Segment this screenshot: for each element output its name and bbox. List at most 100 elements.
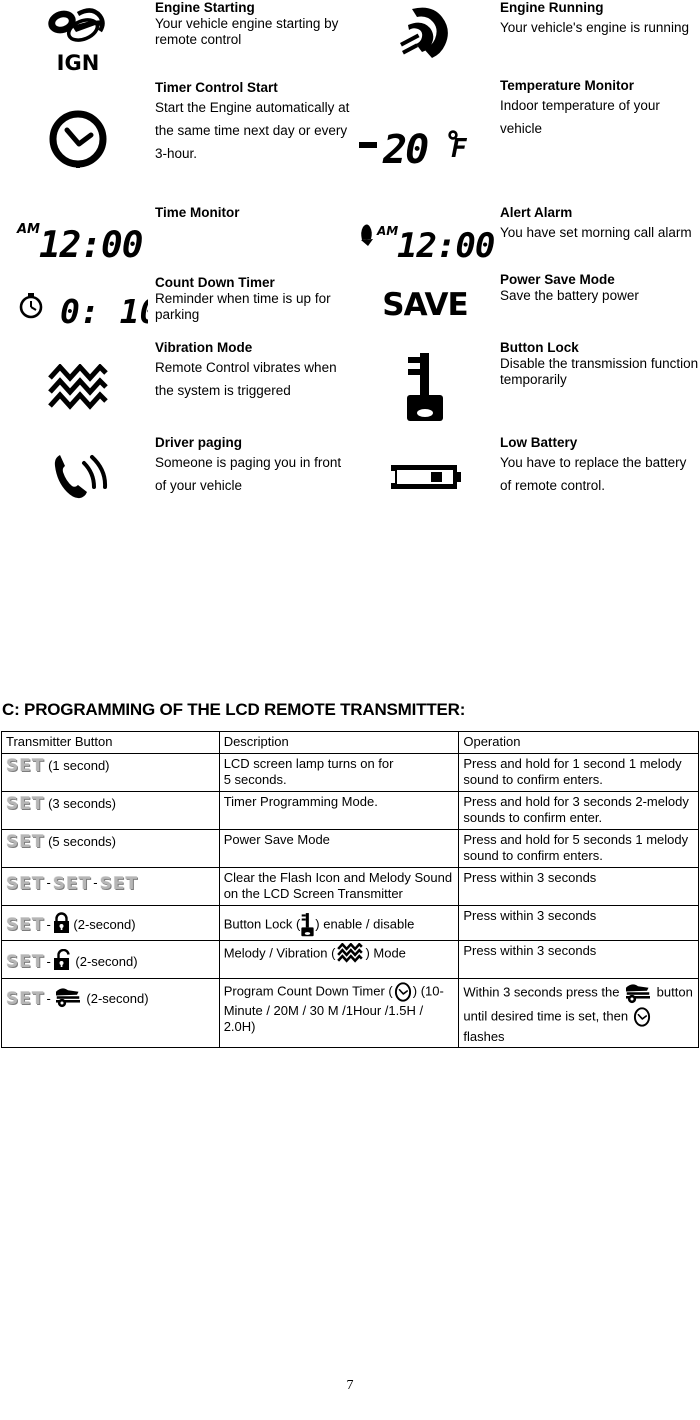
set-button-graphic[interactable]: SET	[100, 874, 138, 894]
legend-item-timer-control-start: Timer Control Start Start the Engine aut…	[0, 80, 350, 205]
cell-description: LCD screen lamp turns on for 5 seconds.	[218, 752, 460, 792]
legend-title: Vibration Mode	[155, 340, 253, 355]
legend-title: Alert Alarm	[500, 205, 573, 220]
legend-title: Count Down Timer	[155, 275, 275, 290]
cell-operation: Press and hold for 3 seconds 2-melody so…	[458, 790, 699, 830]
legend-desc: Your vehicle engine starting by remote c…	[155, 16, 339, 47]
icon-legend-section: IGN Engine Starting Your vehicle engine …	[0, 0, 700, 520]
legend-item-low-battery: Low Battery You have to replace the batt…	[350, 435, 700, 520]
table-row: SET (1 second) LCD screen lamp turns on …	[1, 752, 699, 792]
svg-text:12:00: 12:00	[397, 226, 494, 263]
cell-operation: Press and hold for 1 second 1 melody sou…	[458, 752, 699, 792]
legend-item-vibration-mode: Vibration Mode Remote Control vibrates w…	[0, 340, 350, 440]
cell-description: Timer Programming Mode.	[218, 790, 460, 830]
set-button-graphic[interactable]: SET	[53, 874, 91, 894]
lcd-temperature-icon: 20 F	[350, 98, 500, 188]
legend-text-button-lock: Button Lock Disable the transmission fun…	[500, 340, 700, 388]
low-battery-icon	[350, 441, 500, 513]
legend-title: Timer Control Start	[155, 80, 278, 95]
table-row: SET - SET - SET Clear the Flash Icon and Mel…	[1, 866, 699, 906]
hold-duration-label: (1 second)	[48, 757, 110, 773]
legend-title: Engine Running	[500, 0, 604, 15]
cell-operation: Press and hold for 5 seconds 1 melody so…	[458, 828, 699, 868]
legend-title: Temperature Monitor	[500, 78, 635, 93]
alarm-bell-time-icon: AM 12:00	[350, 205, 500, 275]
legend-item-power-save-mode: SAVE Power Save Mode Save the battery po…	[350, 272, 700, 332]
legend-text-engine-starting: Engine Starting Your vehicle engine star…	[155, 0, 350, 48]
set-button-graphic[interactable]: SET	[6, 874, 44, 894]
cell-operation: Within 3 seconds press the button until …	[458, 977, 699, 1048]
svg-text:IGN: IGN	[56, 51, 99, 74]
legend-desc: Disable the transmission function tempor…	[500, 356, 699, 387]
hold-duration-label: (2-second)	[73, 916, 136, 932]
legend-title: Low Battery	[500, 435, 578, 450]
set-button-graphic[interactable]: SET	[6, 832, 44, 852]
legend-item-engine-running: Engine Running Your vehicle's engine is …	[350, 0, 700, 70]
cell-description: Clear the Flash Icon and Melody Sound on…	[218, 866, 460, 906]
description-text-pre: Program Count Down Timer (	[223, 982, 393, 998]
dash-separator: -	[46, 990, 51, 1006]
key-lock-icon	[350, 348, 500, 428]
legend-text-vibration-mode: Vibration Mode Remote Control vibrates w…	[155, 340, 350, 402]
legend-item-button-lock: Button Lock Disable the transmission fun…	[350, 340, 700, 435]
trunk-release-icon[interactable]	[53, 985, 83, 1014]
svg-text:AM: AM	[376, 224, 398, 238]
legend-text-alert-alarm: Alert Alarm You have set morning call al…	[500, 205, 700, 244]
column-header-transmitter-button: Transmitter Button	[1, 731, 220, 754]
legend-title: Button Lock	[500, 340, 579, 355]
vibration-waves-icon	[0, 350, 155, 430]
set-button-graphic[interactable]: SET	[6, 952, 44, 972]
cell-description: Power Save Mode	[218, 828, 460, 868]
svg-text:AM: AM	[16, 222, 40, 237]
padlock-closed-icon[interactable]	[53, 911, 70, 939]
legend-desc: Indoor temperature of your vehicle	[500, 98, 660, 136]
table-row: SET (3 seconds) Timer Programming Mode. …	[1, 790, 699, 830]
legend-left-column: IGN Engine Starting Your vehicle engine …	[0, 0, 350, 520]
legend-desc: Start the Engine automatically at the sa…	[155, 100, 350, 161]
hold-duration-label: (3 seconds)	[48, 795, 116, 811]
cell-transmitter-button: SET - (2-second)	[1, 977, 220, 1048]
clock-icon	[393, 981, 413, 1003]
set-button-graphic[interactable]: SET	[6, 915, 44, 935]
svg-text:20: 20	[382, 127, 428, 169]
set-button-graphic[interactable]: SET	[6, 794, 44, 814]
legend-desc: Save the battery power	[500, 288, 639, 303]
cell-description: Button Lock ( ) enable / disable	[218, 904, 460, 941]
set-button-graphic[interactable]: SET	[6, 989, 44, 1009]
legend-right-column: Engine Running Your vehicle's engine is …	[350, 0, 700, 520]
ignition-key-icon: IGN	[0, 0, 155, 78]
legend-item-count-down-timer: 0: 10 Count Down Timer Reminder when tim…	[0, 275, 350, 337]
legend-title: Power Save Mode	[500, 272, 615, 287]
legend-text-driver-paging: Driver paging Someone is paging you in f…	[155, 435, 350, 497]
programming-table: Transmitter Button Description Operation…	[1, 731, 699, 1048]
legend-item-alert-alarm: AM 12:00 Alert Alarm You have set mornin…	[350, 205, 700, 275]
legend-text-temperature-monitor: Temperature Monitor Indoor temperature o…	[500, 78, 700, 140]
legend-item-time-monitor: AM 12:00 Time Monitor	[0, 205, 350, 275]
legend-title: Time Monitor	[155, 205, 240, 220]
description-text-pre: Button Lock (	[223, 916, 301, 932]
set-button-graphic[interactable]: SET	[6, 756, 44, 776]
trunk-release-icon	[623, 981, 653, 1005]
column-header-operation: Operation	[458, 731, 699, 754]
cell-description: Program Count Down Timer ( ) (10-Minute …	[218, 977, 460, 1048]
engine-running-icon	[350, 0, 500, 70]
svg-text:0: 10: 0: 10	[60, 292, 148, 331]
svg-text:12:00: 12:00	[39, 225, 143, 263]
dash-separator: -	[93, 875, 98, 891]
padlock-open-icon[interactable]	[53, 948, 72, 976]
cell-transmitter-button: SET (3 seconds)	[1, 790, 220, 830]
cell-transmitter-button: SET (5 seconds)	[1, 828, 220, 868]
key-lock-icon	[300, 912, 315, 938]
page-number: 7	[346, 1378, 354, 1393]
cell-description: Melody / Vibration ( ) Mode	[218, 940, 460, 979]
legend-item-engine-starting: IGN Engine Starting Your vehicle engine …	[0, 0, 350, 78]
table-row: SET - (2-second) Program Count Down Time…	[1, 977, 699, 1048]
dash-separator: -	[46, 954, 51, 969]
clock-icon	[0, 94, 155, 184]
hold-duration-label: (2-second)	[75, 954, 138, 969]
cell-transmitter-button: SET - SET - SET	[1, 866, 220, 906]
cell-transmitter-button: SET (1 second)	[1, 752, 220, 792]
hold-duration-label: (5 seconds)	[48, 833, 116, 849]
column-header-description: Description	[218, 731, 460, 754]
legend-desc: Remote Control vibrates when the system …	[155, 360, 337, 398]
